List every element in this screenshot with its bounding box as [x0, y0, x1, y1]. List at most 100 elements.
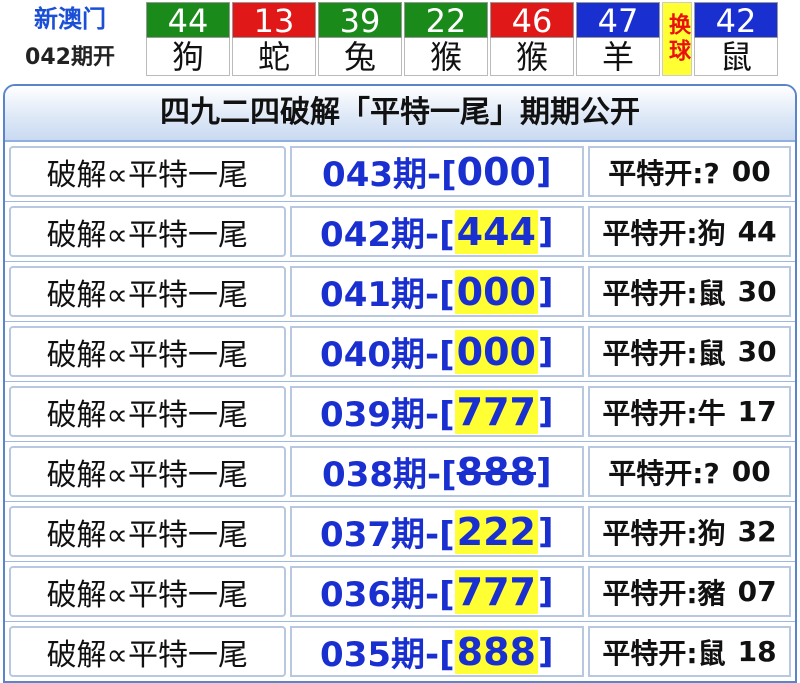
table-row: 破解∝平特一尾 036期-[777] 平特开:豬 07 [5, 562, 795, 622]
prediction-code: 000 [456, 149, 536, 194]
row-prediction: 040期-[000] [289, 326, 585, 377]
ball-zodiac: 蛇 [232, 38, 316, 76]
period-label: 040期-[ [320, 335, 455, 375]
row-prediction: 035期-[888] [289, 626, 585, 677]
result-number: 07 [737, 575, 777, 608]
table-row: 破解∝平特一尾 039期-[777] 平特开:牛 17 [5, 382, 795, 442]
ball-number: 46 [490, 2, 574, 39]
bracket-close: ] [538, 511, 554, 552]
row-result: 平特开:鼠 18 [588, 626, 791, 677]
table-row: 破解∝平特一尾 037期-[222] 平特开:狗 32 [5, 502, 795, 562]
draw-ball: 22 猴 [404, 2, 488, 76]
result-text: 平特开:鼠 [602, 276, 726, 310]
period-label: 042期-[ [320, 215, 455, 255]
period-label: 035期-[ [320, 635, 455, 675]
result-text: 平特开:狗 [602, 216, 726, 250]
row-result: 平特开:鼠 30 [588, 266, 791, 317]
result-text: 平特开:牛 [602, 396, 726, 430]
table-row: 破解∝平特一尾 038期-[888] 平特开:? 00 [5, 442, 795, 502]
row-result: 平特开:豬 07 [588, 566, 791, 617]
draw-balls: 44 狗 13 蛇 39 兔 22 猴 46 猴 47 羊换球 42 鼠 [146, 2, 780, 76]
ball-number: 22 [404, 2, 488, 39]
ball-zodiac: 羊 [576, 38, 660, 76]
result-text: 平特开:? [608, 456, 720, 490]
prediction-code: 777 [454, 389, 538, 434]
period-label: 037期-[ [320, 515, 455, 555]
panel-title: 四九二四破解「平特一尾」期期公开 [5, 86, 795, 142]
bracket-close: ] [538, 571, 554, 612]
table-row: 破解∝平特一尾 041期-[000] 平特开:鼠 30 [5, 262, 795, 322]
row-prediction: 039期-[777] [289, 386, 585, 437]
ball-zodiac: 狗 [146, 38, 230, 76]
period-label: 041期-[ [320, 275, 455, 315]
prediction-code: 888 [454, 629, 538, 674]
prediction-code: 777 [454, 569, 538, 614]
result-number: 00 [731, 455, 771, 488]
row-result: 平特开:狗 44 [588, 206, 791, 257]
period-label: 038期-[ [322, 455, 457, 495]
row-result: 平特开:鼠 30 [588, 326, 791, 377]
ball-number: 42 [694, 2, 778, 39]
row-prediction: 036期-[777] [289, 566, 585, 617]
result-text: 平特开:狗 [602, 516, 726, 550]
ball-number: 13 [232, 2, 316, 39]
result-number: 00 [731, 155, 771, 188]
result-number: 44 [737, 215, 777, 248]
bracket-close: ] [536, 151, 552, 192]
prediction-code: 000 [454, 269, 538, 314]
result-number: 32 [737, 515, 777, 548]
prediction-code: 444 [454, 209, 538, 254]
row-label: 破解∝平特一尾 [9, 326, 286, 377]
row-label: 破解∝平特一尾 [9, 566, 286, 617]
row-label: 破解∝平特一尾 [9, 146, 286, 197]
result-text: 平特开:鼠 [602, 336, 726, 370]
brand-name[interactable]: 新澳门 [0, 4, 140, 34]
row-label: 破解∝平特一尾 [9, 386, 286, 437]
ball-zodiac: 猴 [490, 38, 574, 76]
prediction-code: 222 [454, 509, 538, 554]
row-label: 破解∝平特一尾 [9, 206, 286, 257]
ball-number: 47 [576, 2, 660, 39]
row-result: 平特开:狗 32 [588, 506, 791, 557]
row-result: 平特开:? 00 [588, 146, 791, 197]
prediction-panel: 四九二四破解「平特一尾」期期公开 破解∝平特一尾 043期-[000] 平特开:? 0… [3, 84, 797, 683]
swap-ball-label: 换球 [662, 2, 692, 76]
special-ball: 42 鼠 [694, 2, 778, 76]
draw-ball: 44 狗 [146, 2, 230, 76]
row-label: 破解∝平特一尾 [9, 446, 286, 497]
table-row: 破解∝平特一尾 040期-[000] 平特开:鼠 30 [5, 322, 795, 382]
period-label: 043期-[ [322, 155, 457, 195]
bracket-close: ] [536, 451, 552, 492]
result-text: 平特开:豬 [602, 576, 726, 610]
row-label: 破解∝平特一尾 [9, 626, 286, 677]
row-prediction: 041期-[000] [289, 266, 585, 317]
table-row: 破解∝平特一尾 042期-[444] 平特开:狗 44 [5, 202, 795, 262]
row-prediction: 037期-[222] [289, 506, 585, 557]
result-text: 平特开:? [608, 156, 720, 190]
draw-header: 新澳门 042期开 44 狗 13 蛇 39 兔 22 猴 46 猴 47 羊换球 42 鼠 [0, 0, 800, 78]
result-number: 18 [737, 635, 777, 668]
draw-ball: 13 蛇 [232, 2, 316, 76]
table-row: 破解∝平特一尾 043期-[000] 平特开:? 00 [5, 142, 795, 202]
row-result: 平特开:? 00 [588, 446, 791, 497]
bracket-close: ] [538, 211, 554, 252]
bracket-close: ] [538, 631, 554, 672]
result-text: 平特开:鼠 [602, 636, 726, 670]
result-number: 17 [737, 395, 777, 428]
period-label: 036期-[ [320, 575, 455, 615]
result-number: 30 [737, 275, 777, 308]
row-result: 平特开:牛 17 [588, 386, 791, 437]
row-prediction: 042期-[444] [289, 206, 585, 257]
ball-zodiac: 鼠 [694, 38, 778, 76]
prediction-code: 000 [454, 329, 538, 374]
bracket-close: ] [538, 271, 554, 312]
table-row: 破解∝平特一尾 035期-[888] 平特开:鼠 18 [5, 622, 795, 681]
prediction-code: 888 [456, 449, 536, 494]
draw-ball: 46 猴 [490, 2, 574, 76]
draw-ball: 39 兔 [318, 2, 402, 76]
draw-issue: 042期开 [25, 45, 115, 70]
draw-ball: 47 羊 [576, 2, 660, 76]
ball-number: 44 [146, 2, 230, 39]
result-number: 30 [737, 335, 777, 368]
ball-zodiac: 兔 [318, 38, 402, 76]
